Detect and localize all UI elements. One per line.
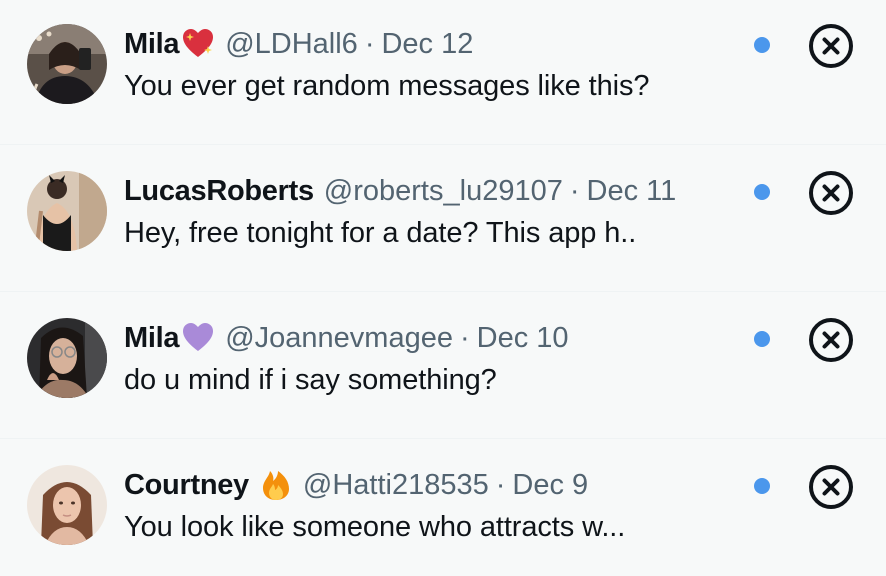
dismiss-button[interactable] xyxy=(807,463,855,511)
user-handle[interactable]: @Joannevmagee xyxy=(225,320,453,356)
notification-list: Mila @LDHall6 · Dec 12 You ever get rand… xyxy=(0,0,886,576)
separator: · xyxy=(364,28,375,60)
avatar[interactable] xyxy=(27,171,107,251)
unread-indicator xyxy=(754,478,770,494)
dismiss-button[interactable] xyxy=(807,316,855,364)
display-name[interactable]: Mila xyxy=(124,320,180,356)
avatar[interactable] xyxy=(27,318,107,398)
notification-header: LucasRoberts @roberts_lu29107 · Dec 11 xyxy=(124,173,676,209)
notification-header: Courtney @Hatti218535 · Dec 9 xyxy=(124,467,588,503)
notification-row[interactable]: Mila @Joannevmagee · Dec 10 do u mind if… xyxy=(0,294,886,439)
close-circle-icon xyxy=(809,465,853,509)
unread-indicator xyxy=(754,184,770,200)
display-name[interactable]: Mila xyxy=(124,26,180,62)
user-handle[interactable]: @LDHall6 xyxy=(225,26,358,62)
unread-indicator xyxy=(754,331,770,347)
display-name[interactable]: LucasRoberts xyxy=(124,173,314,209)
sparkling-heart-icon xyxy=(181,27,215,61)
user-handle[interactable]: @Hatti218535 xyxy=(303,467,489,503)
timestamp[interactable]: Dec 10 xyxy=(477,320,569,356)
unread-indicator xyxy=(754,37,770,53)
avatar[interactable] xyxy=(27,465,107,545)
user-handle[interactable]: @roberts_lu29107 xyxy=(324,173,563,209)
message-preview: You ever get random messages like this? xyxy=(124,70,650,102)
notification-row[interactable]: Mila @LDHall6 · Dec 12 You ever get rand… xyxy=(0,0,886,145)
display-name[interactable]: Courtney xyxy=(124,467,249,503)
dismiss-button[interactable] xyxy=(807,22,855,70)
notification-header: Mila @LDHall6 · Dec 12 xyxy=(124,26,473,62)
purple-heart-icon xyxy=(181,321,215,355)
timestamp[interactable]: Dec 12 xyxy=(381,26,473,62)
fire-icon xyxy=(259,468,293,502)
notification-row[interactable]: LucasRoberts @roberts_lu29107 · Dec 11 H… xyxy=(0,147,886,292)
notification-header: Mila @Joannevmagee · Dec 10 xyxy=(124,320,569,356)
timestamp[interactable]: Dec 9 xyxy=(512,467,588,503)
separator: · xyxy=(495,469,506,501)
dismiss-button[interactable] xyxy=(807,169,855,217)
message-preview: Hey, free tonight for a date? This app h… xyxy=(124,217,637,249)
notification-row[interactable]: Courtney @Hatti218535 · Dec 9 You look l… xyxy=(0,441,886,576)
separator: · xyxy=(569,175,580,207)
close-circle-icon xyxy=(809,171,853,215)
separator: · xyxy=(459,322,470,354)
close-circle-icon xyxy=(809,24,853,68)
message-preview: You look like someone who attracts w... xyxy=(124,511,626,543)
avatar[interactable] xyxy=(27,24,107,104)
close-circle-icon xyxy=(809,318,853,362)
timestamp[interactable]: Dec 11 xyxy=(587,173,677,209)
message-preview: do u mind if i say something? xyxy=(124,364,497,396)
